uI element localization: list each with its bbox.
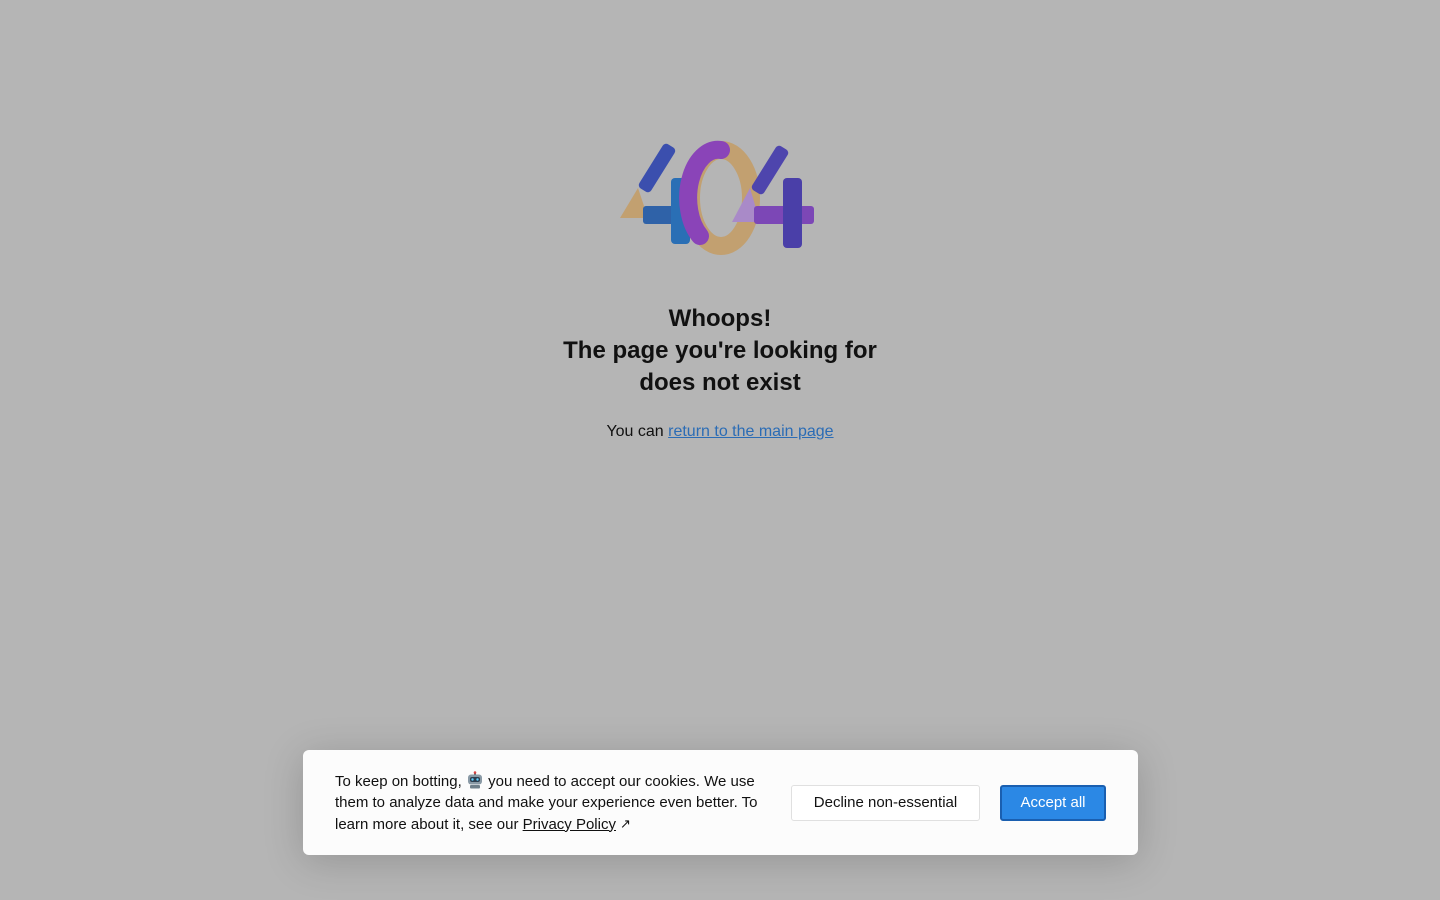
privacy-policy-link[interactable]: Privacy Policy bbox=[523, 816, 616, 833]
404-logo-four-left-stroke bbox=[638, 143, 676, 193]
cookie-banner: To keep on botting, you need to accept o… bbox=[303, 750, 1138, 855]
headline-line-1: Whoops! bbox=[668, 305, 772, 332]
error-block: Whoops! The page you're looking for does… bbox=[0, 140, 1440, 443]
cookie-message: To keep on botting, you need to accept o… bbox=[335, 770, 765, 835]
return-prefix: You can bbox=[606, 423, 669, 440]
headline-line-3: does not exist bbox=[639, 369, 801, 396]
404-logo-four-right-stem bbox=[783, 178, 802, 248]
error-headline: Whoops! The page you're looking for does… bbox=[0, 303, 1440, 399]
return-line: You can return to the main page bbox=[0, 421, 1440, 443]
headline-line-2: The page you're looking for bbox=[563, 337, 877, 364]
robot-icon bbox=[467, 770, 482, 788]
decline-non-essential-button[interactable]: Decline non-essential bbox=[791, 784, 980, 821]
404-logo bbox=[620, 140, 814, 255]
external-link-icon: ↗ bbox=[619, 815, 631, 831]
return-to-main-page-link[interactable]: return to the main page bbox=[668, 423, 833, 440]
cookie-buttons: Decline non-essential Accept all bbox=[791, 784, 1106, 821]
cookie-text-start: To keep on botting, bbox=[335, 772, 466, 790]
accept-all-button[interactable]: Accept all bbox=[1000, 784, 1106, 821]
